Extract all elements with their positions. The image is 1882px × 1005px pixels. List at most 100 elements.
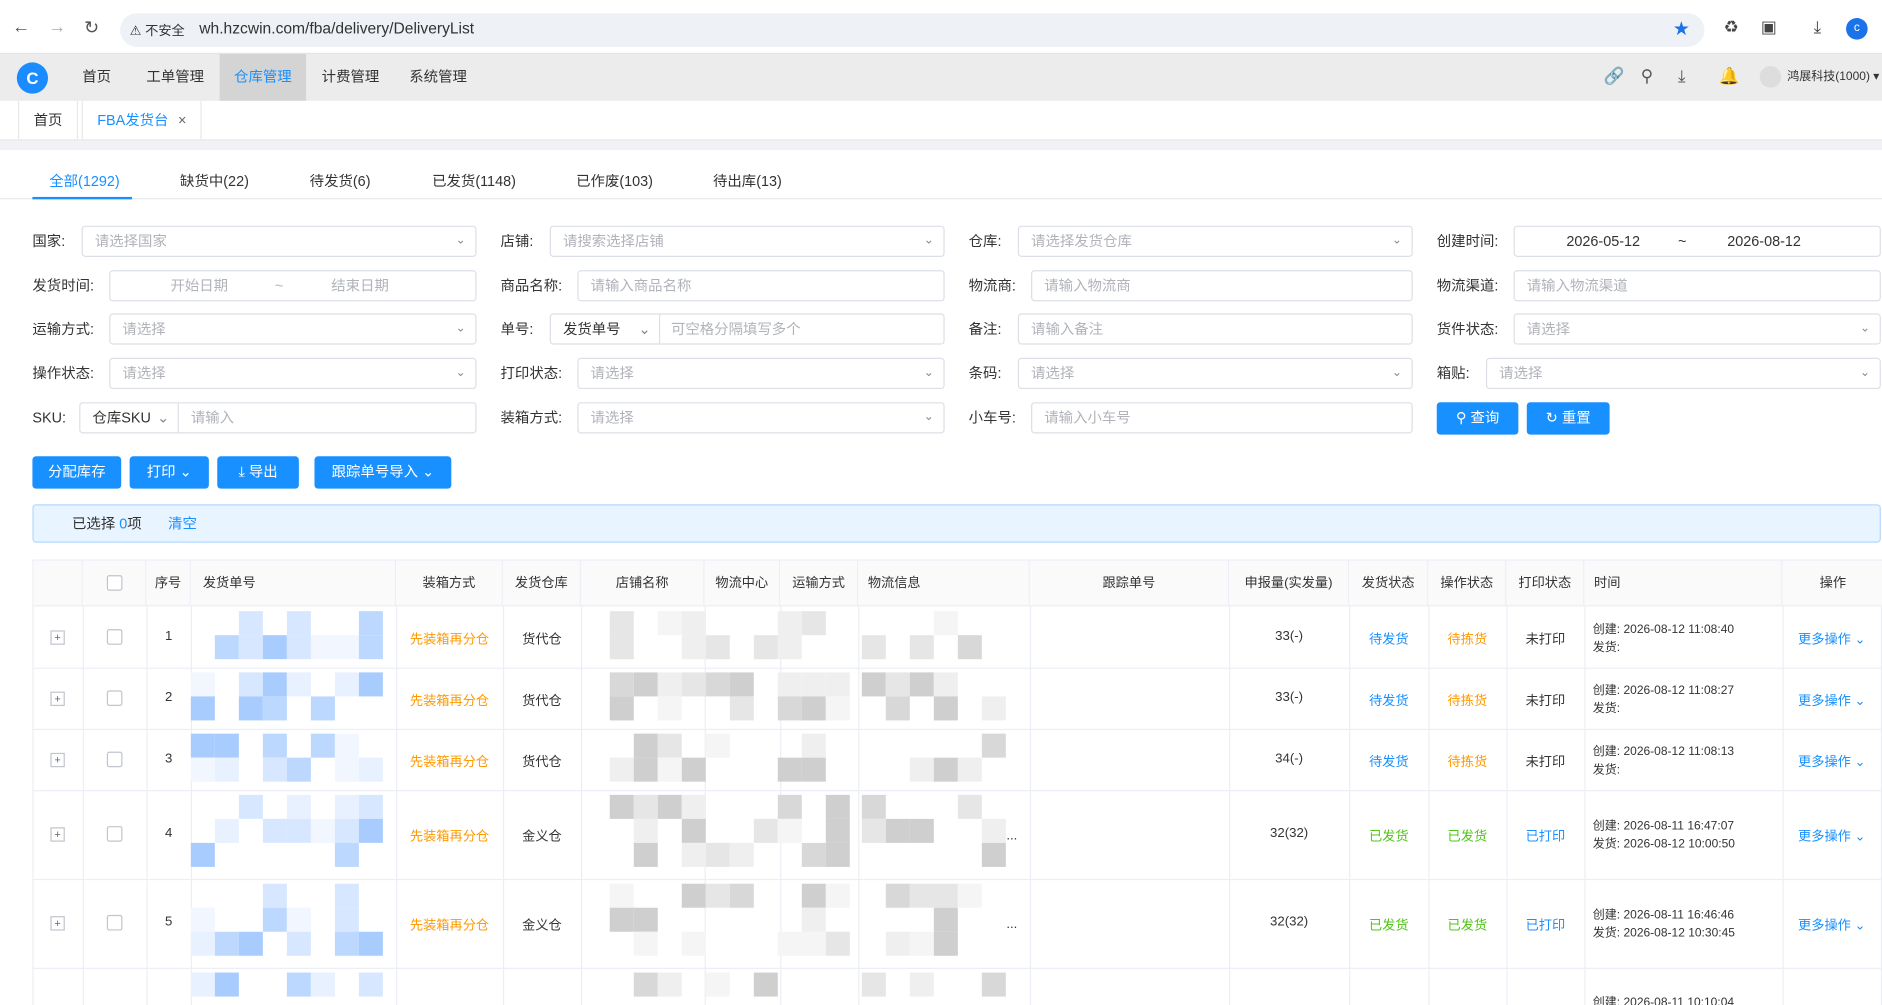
box-label-select[interactable]: 请选择 ⌄ xyxy=(1485,357,1881,390)
bell-icon[interactable]: 🔔 xyxy=(1719,66,1740,86)
tab-voided[interactable]: 已作废(103) xyxy=(576,170,653,190)
time-cell: 创建: 2026-08-12 11:08:13 发货: xyxy=(1593,743,1734,779)
created-prefix: 创建: xyxy=(1592,684,1621,698)
chevron-down-icon: ⌄ xyxy=(179,463,192,481)
ship-date-range[interactable]: 开始日期 ~ 结束日期 xyxy=(109,270,477,302)
forward-icon[interactable]: → xyxy=(48,17,66,37)
created-date-range[interactable]: 2026-05-12 ~ 2026-08-12 xyxy=(1513,225,1881,257)
obscured-shop xyxy=(753,635,778,660)
shop-select[interactable]: 请搜索选择店铺 ⌄ xyxy=(549,225,945,257)
print-status-select[interactable]: 请选择 ⌄ xyxy=(577,357,945,390)
expand-row-icon[interactable]: + xyxy=(50,916,65,931)
remark-input[interactable]: 请输入备注 xyxy=(1017,313,1413,345)
warehouse-select[interactable]: 请选择发货仓库 ⌄ xyxy=(1017,225,1413,257)
allocate-stock-button[interactable]: 分配库存 xyxy=(32,456,122,489)
cart-no-input[interactable]: 请输入小车号 xyxy=(1031,402,1413,434)
range-separator: ~ xyxy=(1678,232,1687,250)
address-bar[interactable]: ⚠ 不安全 wh.hzcwin.com/fba/delivery/Deliver… xyxy=(120,13,1705,47)
page-tab-home[interactable]: 首页 xyxy=(18,100,79,140)
tab-pending-outbound[interactable]: 待出库(13) xyxy=(713,170,782,190)
row-checkbox[interactable] xyxy=(106,690,123,707)
tab-pending-ship[interactable]: 待发货(6) xyxy=(310,170,371,190)
row-checkbox[interactable] xyxy=(106,629,123,645)
more-actions-link[interactable]: 更多操作 ⌄ xyxy=(1798,752,1866,771)
selection-prefix: 已选择 xyxy=(72,515,116,532)
time-cell: 创建: 2026-08-12 11:08:27 发货: xyxy=(1593,682,1734,718)
insecure-warning[interactable]: ⚠ 不安全 xyxy=(130,20,185,39)
user-menu[interactable]: 鸿展科技(1000) ▾ xyxy=(1759,66,1879,88)
row-index: 2 xyxy=(164,690,173,705)
goods-status-select[interactable]: 请选择 ⌄ xyxy=(1513,313,1881,345)
sku-input[interactable]: 仓库SKU ⌄ 请输入 xyxy=(79,402,477,434)
shipped-prefix: 发货: xyxy=(1592,838,1621,852)
obscured-shop xyxy=(681,931,706,956)
order-no-input[interactable]: 发货单号 ⌄ 可空格分隔填写多个 xyxy=(549,313,945,345)
quantity: 33(-) xyxy=(1275,629,1304,644)
more-actions-link[interactable]: 更多操作 ⌄ xyxy=(1798,826,1866,845)
menu-home[interactable]: 首页 xyxy=(68,54,124,101)
menu-billing[interactable]: 计费管理 xyxy=(308,54,392,101)
barcode-select[interactable]: 请选择 ⌄ xyxy=(1017,357,1413,390)
print-dropdown-button[interactable]: 打印 ⌄ xyxy=(129,456,209,489)
profile-avatar[interactable]: c xyxy=(1846,18,1868,40)
expand-row-icon[interactable]: + xyxy=(50,752,65,768)
obscured-order-no xyxy=(190,672,215,697)
reset-button[interactable]: ↻ 重置 xyxy=(1526,402,1610,435)
export-button[interactable]: ⤓ 导出 xyxy=(217,456,299,489)
download-icon[interactable]: ⤓ xyxy=(1814,17,1821,37)
packing-select[interactable]: 请选择 ⌄ xyxy=(577,402,945,434)
clear-selection-link[interactable]: 清空 xyxy=(168,505,197,541)
page-tab-fba[interactable]: FBA发货台 × xyxy=(81,100,203,140)
menu-warehouse[interactable]: 仓库管理 xyxy=(219,54,307,101)
app-logo[interactable]: C xyxy=(16,62,49,94)
menu-system[interactable]: 系统管理 xyxy=(396,54,480,101)
selection-count: 已选择 0项 xyxy=(72,505,142,541)
row-checkbox[interactable] xyxy=(106,914,123,931)
created-prefix: 创建: xyxy=(1592,908,1621,923)
search-button[interactable]: ⚲ 查询 xyxy=(1436,402,1519,435)
row-checkbox[interactable] xyxy=(106,826,123,842)
obscured-shop xyxy=(609,672,634,697)
download-icon[interactable]: ⤓ xyxy=(1678,66,1685,86)
sku-type-select[interactable]: 仓库SKU ⌄ xyxy=(80,403,179,433)
column-divider xyxy=(1229,606,1231,1005)
extensions-icon[interactable]: ▣ xyxy=(1761,17,1777,37)
link-icon[interactable]: 🔗 xyxy=(1604,66,1625,86)
tab-shipped[interactable]: 已发货(1148) xyxy=(432,170,516,190)
expand-row-icon[interactable]: + xyxy=(50,827,65,842)
more-actions-link[interactable]: 更多操作 ⌄ xyxy=(1798,629,1866,648)
bookmark-star-icon[interactable]: ★ xyxy=(1673,17,1690,41)
select-all-checkbox[interactable] xyxy=(106,575,123,591)
close-icon[interactable]: × xyxy=(178,112,186,129)
url-text[interactable]: wh.hzcwin.com/fba/delivery/DeliveryList xyxy=(199,19,474,37)
packing-label: 装箱方式: xyxy=(500,409,563,427)
carrier-input[interactable]: 请输入物流商 xyxy=(1031,270,1413,302)
more-actions-link[interactable]: 更多操作 ⌄ xyxy=(1798,915,1866,934)
expand-row-icon[interactable]: + xyxy=(50,630,65,645)
obscured-shop xyxy=(657,696,682,721)
obscured-order-no xyxy=(238,696,263,721)
op-status-select[interactable]: 请选择 ⌄ xyxy=(109,357,477,390)
search-icon[interactable]: ⚲ xyxy=(1641,66,1653,86)
warehouse-label: 仓库: xyxy=(968,232,1002,250)
obscured-shop xyxy=(633,818,658,843)
expand-row-icon[interactable]: + xyxy=(50,691,65,707)
reload-icon[interactable]: ↻ xyxy=(84,17,99,38)
chevron-down-icon: ⌄ xyxy=(455,234,466,248)
obscured-logistics xyxy=(957,794,982,819)
column-divider xyxy=(858,606,860,1005)
th-quantity: 申报量(实发量) xyxy=(1229,560,1350,607)
row-checkbox[interactable] xyxy=(106,751,123,768)
order-type-select[interactable]: 发货单号 ⌄ xyxy=(551,314,661,344)
product-name-input[interactable]: 请输入商品名称 xyxy=(577,270,945,302)
tab-out-of-stock[interactable]: 缺货中(22) xyxy=(180,170,249,190)
tab-all[interactable]: 全部(1292) xyxy=(49,170,119,190)
channel-input[interactable]: 请输入物流渠道 xyxy=(1513,270,1881,302)
more-actions-link[interactable]: 更多操作 ⌄ xyxy=(1798,690,1866,709)
country-select[interactable]: 请选择国家 ⌄ xyxy=(81,225,477,257)
recycle-icon[interactable]: ♻ xyxy=(1724,17,1739,37)
tracking-import-button[interactable]: 跟踪单号导入 ⌄ xyxy=(314,456,452,489)
transport-select[interactable]: 请选择 ⌄ xyxy=(109,313,477,345)
back-icon[interactable]: ← xyxy=(12,17,30,37)
menu-workorder[interactable]: 工单管理 xyxy=(133,54,217,101)
